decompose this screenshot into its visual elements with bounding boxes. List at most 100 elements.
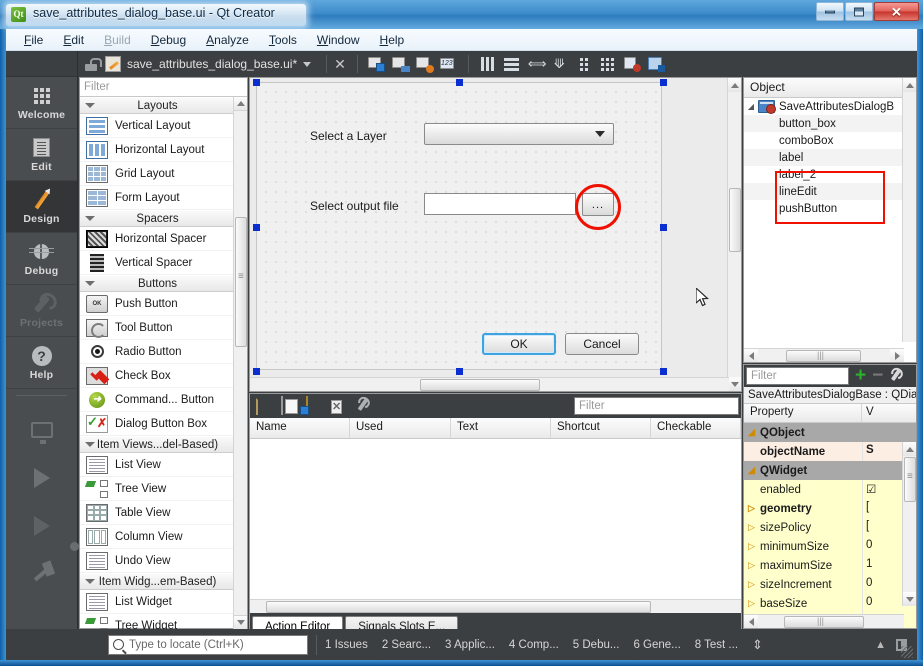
sidebar-item-debug[interactable]: Debug	[6, 233, 77, 285]
scroll-down-button[interactable]	[234, 615, 247, 629]
sidebar-item-welcome[interactable]: Welcome	[6, 77, 77, 129]
property-horizontal-scrollbar[interactable]	[744, 614, 904, 628]
widget-box-filter[interactable]: Filter	[80, 78, 247, 97]
list-item[interactable]: Dialog Button Box	[80, 412, 235, 436]
widget-group-item-widgets[interactable]: Item Widg...em-Based)	[80, 573, 235, 590]
list-item[interactable]: lineEdit	[744, 183, 916, 200]
selection-handle[interactable]	[660, 224, 667, 231]
selection-handle[interactable]	[253, 224, 260, 231]
unlocked-icon[interactable]	[85, 58, 97, 71]
column-header-property[interactable]: Property	[744, 404, 862, 422]
copy-action-icon[interactable]	[281, 397, 301, 415]
list-item[interactable]: Tree View	[80, 477, 235, 501]
adjust-size-icon[interactable]	[645, 54, 667, 74]
column-header-used[interactable]: Used	[350, 418, 451, 438]
edit-signals-slots-icon[interactable]	[390, 54, 412, 74]
locator-input[interactable]: Type to locate (Ctrl+K)	[108, 635, 308, 655]
list-item[interactable]: Check Box	[80, 364, 235, 388]
menu-help[interactable]: Help	[370, 31, 415, 49]
minimize-button[interactable]	[816, 2, 844, 21]
list-item[interactable]: OKPush Button	[80, 292, 235, 316]
scroll-left-button[interactable]	[744, 615, 758, 629]
chevron-down-icon[interactable]	[303, 62, 311, 67]
menu-edit[interactable]: Edit	[53, 31, 94, 49]
scrollbar-thumb[interactable]	[420, 379, 540, 391]
widget-box-scrollbar[interactable]	[233, 97, 247, 629]
list-item[interactable]: label	[744, 149, 916, 166]
widget-group-layouts[interactable]: Layouts	[80, 97, 235, 114]
layout-horizontal-icon[interactable]	[477, 54, 499, 74]
list-item[interactable]: Form Layout	[80, 186, 235, 210]
scroll-left-button[interactable]	[744, 349, 758, 363]
scroll-up-button[interactable]	[903, 442, 917, 456]
scroll-right-button[interactable]	[890, 349, 904, 363]
selection-handle[interactable]	[456, 79, 463, 86]
widget-group-spacers[interactable]: Spacers	[80, 210, 235, 227]
property-vertical-scrollbar[interactable]	[902, 442, 916, 606]
build-button[interactable]	[6, 550, 77, 598]
table-row[interactable]: ▷baseSize 0	[744, 594, 916, 613]
output-file-lineedit[interactable]	[424, 193, 576, 215]
dialog-form[interactable]: Select a Layer Select output file ... OK…	[256, 82, 662, 370]
list-item[interactable]: comboBox	[744, 132, 916, 149]
ok-button[interactable]: OK	[482, 333, 556, 355]
list-item[interactable]: Column View	[80, 525, 235, 549]
twisty-icon[interactable]: ▷	[748, 598, 760, 609]
break-layout-icon[interactable]	[621, 54, 643, 74]
table-row[interactable]: ◢QWidget	[744, 461, 916, 480]
list-item[interactable]: Vertical Spacer	[80, 251, 235, 275]
menu-debug[interactable]: Debug	[141, 31, 196, 49]
new-action-icon[interactable]	[256, 397, 276, 415]
property-filter-input[interactable]: Filter	[746, 367, 849, 385]
list-item[interactable]: Vertical Layout	[80, 114, 235, 138]
column-header-checkable[interactable]: Checkable	[651, 418, 741, 438]
scrollbar-thumb[interactable]	[786, 350, 861, 362]
column-header-text[interactable]: Text	[451, 418, 551, 438]
column-header-shortcut[interactable]: Shortcut	[551, 418, 651, 438]
sidebar-item-projects[interactable]: Projects	[6, 285, 77, 337]
menu-build[interactable]: Build	[94, 31, 141, 49]
twisty-icon[interactable]: ◢	[744, 102, 758, 111]
up-down-arrows-icon[interactable]: ⇕	[752, 637, 763, 653]
table-row[interactable]: ▷minimumSize 0	[744, 537, 916, 556]
table-row[interactable]: ▷maximumSize 1	[744, 556, 916, 575]
layout-splitter-v-icon[interactable]	[549, 54, 571, 74]
column-header-name[interactable]: Name	[250, 418, 350, 438]
tab-signals-slots-editor[interactable]: Signals Slots E...	[345, 616, 458, 629]
table-row[interactable]: ◢QObject	[744, 423, 916, 442]
tab-action-editor[interactable]: Action Editor	[252, 616, 343, 629]
scrollbar-thumb[interactable]	[235, 217, 247, 347]
scrollbar-thumb[interactable]	[729, 188, 741, 252]
sidebar-item-help[interactable]: ? Help	[6, 337, 77, 389]
canvas-vertical-scrollbar[interactable]	[727, 78, 741, 391]
close-button[interactable]: ✕	[874, 2, 919, 21]
list-item[interactable]: ◢ SaveAttributesDialogB	[744, 98, 916, 115]
run-button[interactable]	[6, 454, 77, 502]
widget-group-buttons[interactable]: Buttons	[80, 275, 235, 292]
property-value[interactable]	[862, 423, 916, 442]
selection-handle[interactable]	[253, 368, 260, 375]
selection-handle[interactable]	[660, 79, 667, 86]
list-item[interactable]: Grid Layout	[80, 162, 235, 186]
output-pane-compile[interactable]: 4 Comp...	[509, 639, 559, 651]
paste-action-icon[interactable]	[306, 397, 326, 415]
sidebar-item-edit[interactable]: Edit	[6, 129, 77, 181]
list-item[interactable]: ➜Command... Button	[80, 388, 235, 412]
scrollbar-thumb[interactable]	[266, 601, 651, 613]
twisty-icon[interactable]: ▷	[748, 560, 760, 571]
output-pane-search[interactable]: 2 Searc...	[382, 639, 431, 651]
layout-grid-icon[interactable]	[597, 54, 619, 74]
menu-tools[interactable]: Tools	[259, 31, 307, 49]
resize-grip[interactable]	[901, 646, 913, 658]
twisty-icon[interactable]: ◢	[748, 465, 760, 476]
list-item[interactable]: Horizontal Layout	[80, 138, 235, 162]
layout-form-icon[interactable]	[573, 54, 595, 74]
column-header-value[interactable]: V	[862, 404, 916, 422]
twisty-icon[interactable]: ▷	[748, 522, 760, 533]
table-row[interactable]: ▷sizePolicy [	[744, 518, 916, 537]
configure-icon[interactable]	[356, 397, 376, 415]
table-row[interactable]: ▷sizeIncrement 0	[744, 575, 916, 594]
plus-icon[interactable]: +	[855, 369, 866, 383]
layout-splitter-h-icon[interactable]	[525, 54, 547, 74]
list-item[interactable]: Tool Button	[80, 316, 235, 340]
